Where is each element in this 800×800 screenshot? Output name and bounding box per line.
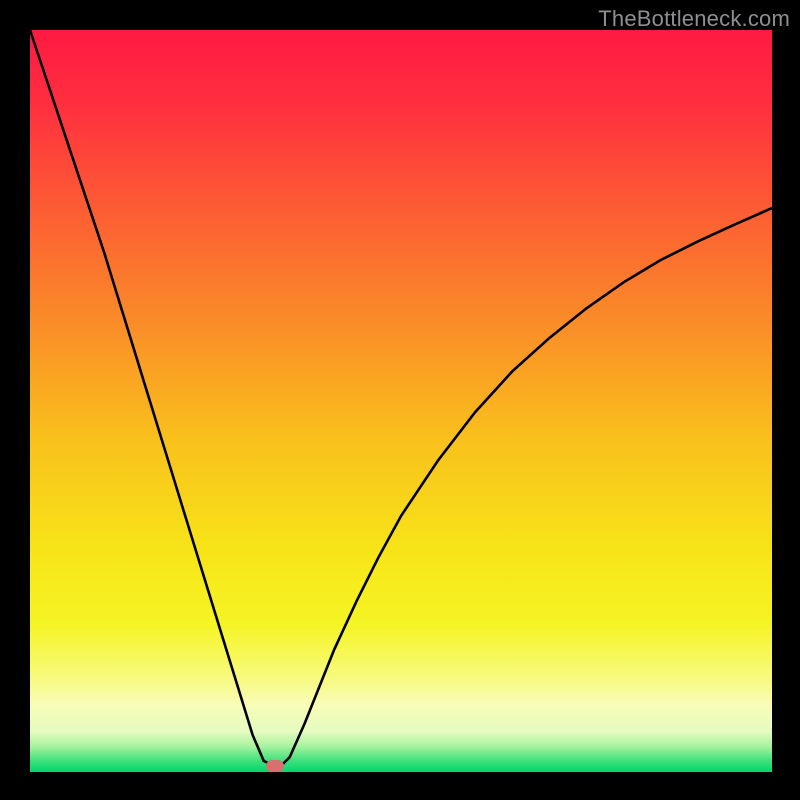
bottleneck-curve xyxy=(30,30,772,772)
plot-area xyxy=(30,30,772,772)
chart-stage: TheBottleneck.com xyxy=(0,0,800,800)
watermark-text: TheBottleneck.com xyxy=(598,6,790,32)
curve-path xyxy=(30,30,772,766)
optimal-point-marker xyxy=(266,760,284,772)
